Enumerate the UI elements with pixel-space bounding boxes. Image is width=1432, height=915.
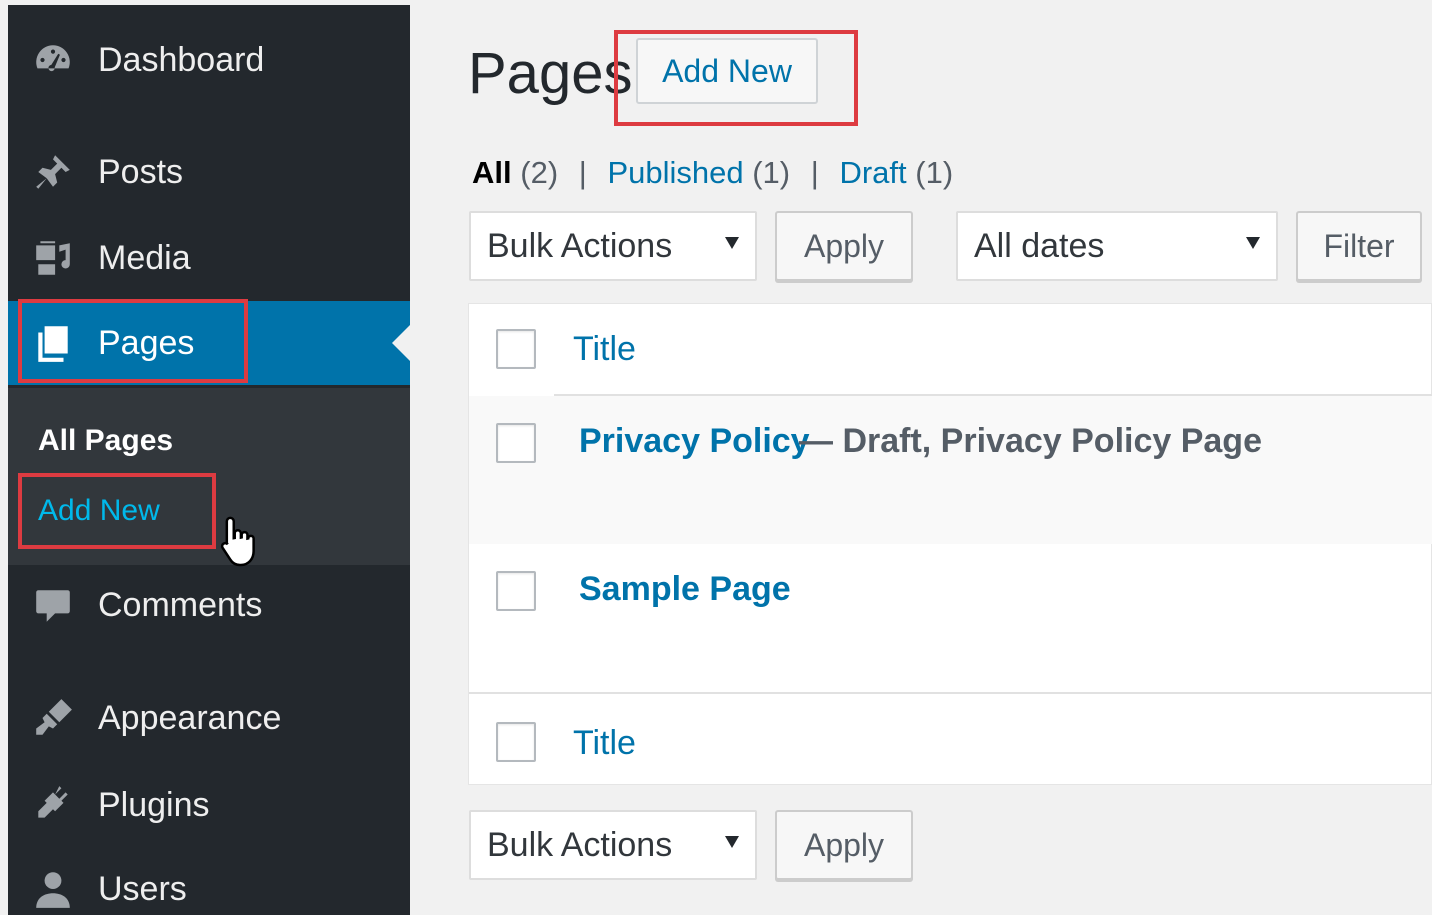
admin-sidebar: Dashboard Posts Media Pages All Pages Ad…	[8, 5, 410, 915]
sidebar-item-label: Plugins	[98, 785, 210, 824]
bulk-actions-value: Bulk Actions	[487, 825, 673, 864]
sidebar-item-label: Appearance	[98, 698, 282, 737]
user-icon	[30, 866, 76, 912]
sidebar-item-media[interactable]: Media	[8, 223, 410, 293]
sidebar-item-label: Media	[98, 238, 191, 277]
column-footer-title[interactable]: Title	[573, 724, 636, 763]
filter-draft-count: (1)	[915, 155, 954, 190]
dropdown-arrow-icon	[725, 836, 739, 848]
status-filter-links: All (2) | Published (1) | Draft (1)	[472, 155, 953, 191]
row-checkbox[interactable]	[496, 423, 536, 463]
pages-submenu: All Pages Add New	[8, 388, 410, 565]
sidebar-item-posts[interactable]: Posts	[8, 137, 410, 207]
row-title-link[interactable]: Privacy Policy	[579, 422, 810, 461]
filter-button[interactable]: Filter	[1296, 211, 1422, 281]
sidebar-item-label: Posts	[98, 152, 184, 191]
sidebar-item-pages[interactable]: Pages	[8, 301, 410, 385]
dropdown-arrow-icon	[1246, 237, 1260, 249]
pin-icon	[30, 149, 76, 195]
sidebar-item-plugins[interactable]: Plugins	[8, 770, 410, 840]
media-icon	[30, 235, 76, 281]
sidebar-item-dashboard[interactable]: Dashboard	[8, 25, 410, 95]
table-row: Sample Page	[469, 544, 1432, 692]
current-menu-arrow	[392, 325, 410, 361]
table-header-row: Title	[469, 304, 1432, 394]
filter-published[interactable]: Published	[607, 155, 743, 190]
dropdown-arrow-icon	[725, 237, 739, 249]
sidebar-item-label: Comments	[98, 585, 263, 624]
sidebar-item-label: Dashboard	[98, 40, 265, 79]
plugin-icon	[30, 782, 76, 828]
date-filter-value: All dates	[974, 226, 1105, 265]
sidebar-item-label: Users	[98, 869, 187, 908]
filter-draft[interactable]: Draft	[839, 155, 906, 190]
table-footer-row: Title	[469, 694, 1432, 784]
dashboard-icon	[30, 37, 76, 83]
date-filter-select[interactable]: All dates	[956, 211, 1278, 281]
sidebar-item-appearance[interactable]: Appearance	[8, 683, 410, 753]
page-title: Pages	[468, 41, 633, 106]
bulk-actions-value: Bulk Actions	[487, 226, 673, 265]
post-state-label: — Draft, Privacy Policy Page	[799, 422, 1262, 460]
apply-button[interactable]: Apply	[775, 211, 913, 281]
sidebar-item-users[interactable]: Users	[8, 854, 410, 915]
sidebar-item-comments[interactable]: Comments	[8, 570, 410, 640]
filter-separator: |	[810, 155, 819, 190]
table-row: Privacy Policy — Draft, Privacy Policy P…	[469, 396, 1432, 544]
submenu-all-pages[interactable]: All Pages	[38, 424, 173, 458]
apply-button-bottom[interactable]: Apply	[775, 810, 913, 880]
filter-separator: |	[578, 155, 587, 190]
filter-all[interactable]: All	[472, 155, 512, 190]
brush-icon	[30, 695, 76, 741]
bulk-actions-select[interactable]: Bulk Actions	[469, 211, 757, 281]
pages-list-table: Title Privacy Policy — Draft, Privacy Po…	[468, 303, 1432, 785]
comment-icon	[30, 582, 76, 628]
hand-cursor-icon	[220, 516, 255, 567]
row-title-link[interactable]: Sample Page	[579, 570, 791, 609]
sidebar-item-label: Pages	[98, 323, 195, 362]
row-checkbox[interactable]	[496, 571, 536, 611]
select-all-checkbox[interactable]	[496, 329, 536, 369]
select-all-checkbox-footer[interactable]	[496, 722, 536, 762]
filter-all-count: (2)	[520, 155, 559, 190]
filter-published-count: (1)	[752, 155, 791, 190]
bulk-actions-select-bottom[interactable]: Bulk Actions	[469, 810, 757, 880]
submenu-add-new[interactable]: Add New	[38, 494, 160, 528]
pages-icon	[30, 320, 76, 366]
column-header-title[interactable]: Title	[573, 330, 636, 369]
add-new-page-button[interactable]: Add New	[636, 38, 818, 104]
